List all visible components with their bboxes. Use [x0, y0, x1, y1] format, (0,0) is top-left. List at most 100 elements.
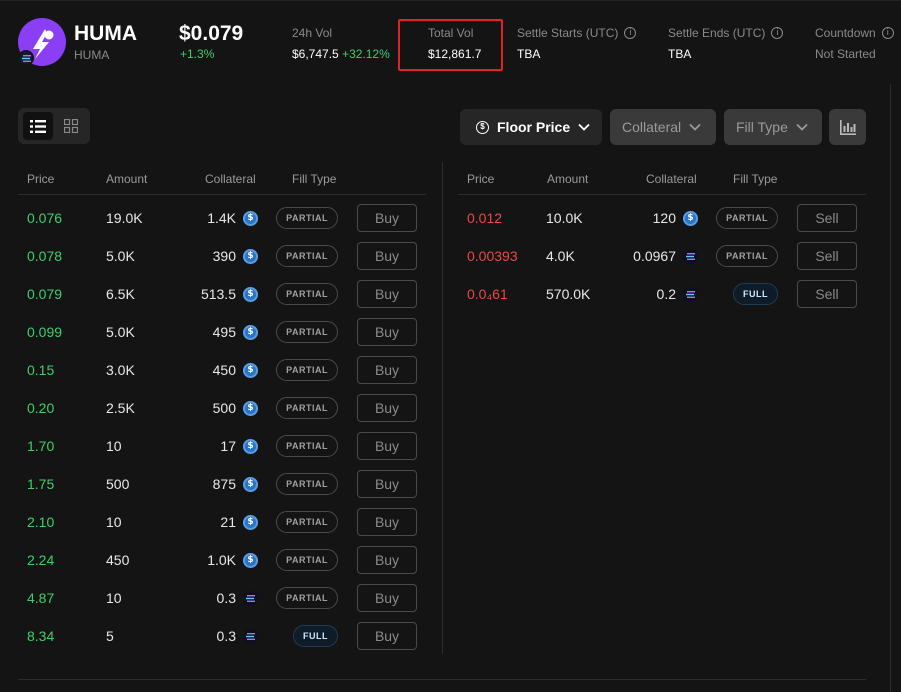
- fill-type-badge: PARTIAL: [276, 359, 338, 381]
- order-price: 2.24: [27, 552, 55, 568]
- solana-coin-icon: [243, 590, 258, 606]
- buy-action-cell: Buy: [357, 237, 417, 275]
- order-price: 1.70: [27, 438, 55, 454]
- order-collateral: 120 $: [608, 199, 698, 237]
- solana-coin-icon: [243, 628, 258, 644]
- order-collateral-value: 17: [220, 438, 236, 454]
- list-view-button[interactable]: [23, 112, 53, 140]
- order-fill-type: PARTIAL: [258, 237, 338, 275]
- solana-chain-badge-icon: [18, 50, 34, 66]
- buy-button[interactable]: Buy: [357, 546, 417, 574]
- buy-action-cell: Buy: [357, 389, 417, 427]
- stat-label-text: Settle Ends (UTC): [668, 26, 766, 40]
- stat-24h-vol: 24h Vol $6,747.5 +32.12%: [292, 26, 390, 61]
- grid-view-button[interactable]: [56, 112, 86, 140]
- stat-settle-ends: Settle Ends (UTC) i TBA: [668, 26, 784, 61]
- depth-chart-button[interactable]: [829, 109, 866, 145]
- buy-order-row: 8.34 5 0.3 FULL Buy: [18, 617, 426, 655]
- order-price: 0.15: [27, 362, 55, 378]
- buy-action-cell: Buy: [357, 465, 417, 503]
- sell-button[interactable]: Sell: [797, 280, 857, 308]
- floor-price-dropdown[interactable]: $ Floor Price: [460, 109, 602, 145]
- price-change: +1.3%: [180, 47, 215, 61]
- list-icon: [30, 119, 46, 133]
- sell-button[interactable]: Sell: [797, 242, 857, 270]
- info-icon[interactable]: i: [624, 27, 637, 39]
- usdc-coin-icon: $: [243, 552, 258, 568]
- buy-header-price: Price: [27, 172, 55, 186]
- order-book-divider: [442, 162, 443, 654]
- order-amount: 5.0K: [106, 248, 135, 264]
- sell-action-cell: Sell: [797, 237, 857, 275]
- sell-button[interactable]: Sell: [797, 204, 857, 232]
- order-price: 4.87: [27, 590, 55, 606]
- sell-order-row: 0.0₄61 570.0K 0.2 FULL Sell: [458, 275, 866, 313]
- buy-button[interactable]: Buy: [357, 394, 417, 422]
- order-collateral-value: 1.4K: [207, 210, 236, 226]
- fill-type-badge: PARTIAL: [276, 473, 338, 495]
- buy-button[interactable]: Buy: [357, 242, 417, 270]
- order-fill-type: FULL: [698, 275, 778, 313]
- sell-header-fill-type: Fill Type: [733, 172, 778, 186]
- top-rule: [0, 0, 901, 1]
- order-fill-type: PARTIAL: [698, 237, 778, 275]
- order-fill-type: PARTIAL: [258, 541, 338, 579]
- stat-value-change: +32.12%: [342, 47, 390, 61]
- buy-order-row: 1.75 500 875 $ PARTIAL Buy: [18, 465, 426, 503]
- buy-action-cell: Buy: [357, 427, 417, 465]
- buy-order-row: 0.079 6.5K 513.5 $ PARTIAL Buy: [18, 275, 426, 313]
- buy-order-row: 2.24 450 1.0K $ PARTIAL Buy: [18, 541, 426, 579]
- fill-type-dropdown[interactable]: Fill Type: [724, 109, 822, 145]
- sell-order-row: 0.00393 4.0K 0.0967 PARTIAL Sell: [458, 237, 866, 275]
- order-amount: 450: [106, 552, 130, 568]
- usdc-coin-icon: $: [243, 248, 258, 264]
- fill-type-badge: PARTIAL: [276, 587, 338, 609]
- buy-order-row: 4.87 10 0.3 PARTIAL Buy: [18, 579, 426, 617]
- info-icon[interactable]: i: [881, 27, 894, 39]
- buy-order-row: 0.099 5.0K 495 $ PARTIAL Buy: [18, 313, 426, 351]
- token-name: HUMA: [74, 48, 110, 62]
- buy-button[interactable]: Buy: [357, 204, 417, 232]
- order-collateral: 1.0K $: [168, 541, 258, 579]
- sell-order-row: 0.012 10.0K 120 $ PARTIAL Sell: [458, 199, 866, 237]
- sell-action-cell: Sell: [797, 199, 857, 237]
- panel-divider: [890, 84, 891, 692]
- chevron-down-icon: [689, 123, 701, 131]
- order-amount: 10: [106, 514, 122, 530]
- fill-type-badge: PARTIAL: [276, 397, 338, 419]
- buy-button[interactable]: Buy: [357, 622, 417, 650]
- order-fill-type: PARTIAL: [258, 465, 338, 503]
- order-collateral: 390 $: [168, 237, 258, 275]
- fill-type-badge: PARTIAL: [276, 207, 338, 229]
- order-fill-type: PARTIAL: [258, 579, 338, 617]
- info-icon[interactable]: i: [771, 27, 784, 39]
- order-price: 0.079: [27, 286, 63, 302]
- buy-button[interactable]: Buy: [357, 280, 417, 308]
- order-price: 0.078: [27, 248, 63, 264]
- buy-button[interactable]: Buy: [357, 508, 417, 536]
- usdc-coin-icon: $: [243, 476, 258, 492]
- buy-button[interactable]: Buy: [357, 318, 417, 346]
- buy-button[interactable]: Buy: [357, 356, 417, 384]
- order-price: 0.20: [27, 400, 55, 416]
- buy-button[interactable]: Buy: [357, 584, 417, 612]
- buy-button[interactable]: Buy: [357, 470, 417, 498]
- collateral-label: Collateral: [622, 119, 682, 135]
- usdc-coin-icon: $: [243, 362, 258, 378]
- buy-action-cell: Buy: [357, 617, 417, 655]
- order-collateral: 0.3: [168, 579, 258, 617]
- collateral-dropdown[interactable]: Collateral: [610, 109, 716, 145]
- bottom-rule: [18, 679, 866, 680]
- order-collateral: 0.2: [608, 275, 698, 313]
- stat-countdown: Countdown i Not Started: [815, 26, 894, 61]
- order-fill-type: PARTIAL: [258, 199, 338, 237]
- order-fill-type: PARTIAL: [258, 313, 338, 351]
- buy-button[interactable]: Buy: [357, 432, 417, 460]
- fill-type-badge: FULL: [293, 625, 338, 647]
- floor-price-label: Floor Price: [497, 119, 571, 135]
- order-collateral-value: 495: [212, 324, 236, 340]
- stat-settle-starts: Settle Starts (UTC) i TBA: [517, 26, 637, 61]
- order-price: 0.00393: [467, 248, 518, 264]
- order-collateral: 0.3: [168, 617, 258, 655]
- stat-value: TBA: [668, 47, 692, 61]
